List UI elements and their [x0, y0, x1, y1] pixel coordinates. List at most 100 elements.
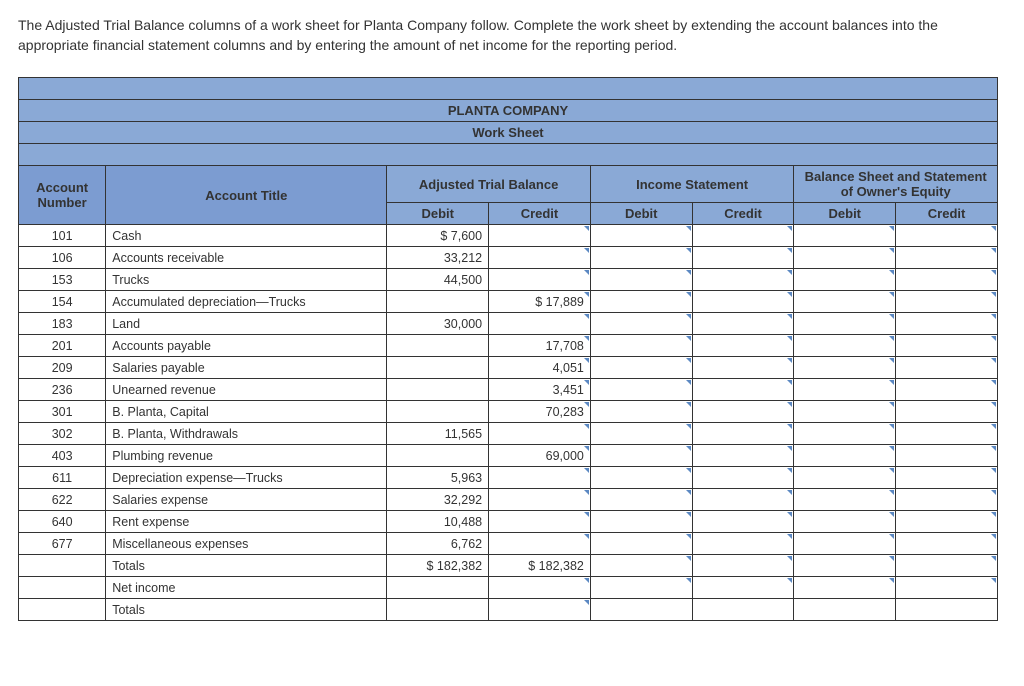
bs-debit[interactable]	[794, 467, 896, 489]
atb-debit	[387, 357, 489, 379]
is-debit[interactable]	[590, 467, 692, 489]
bs-debit[interactable]	[794, 313, 896, 335]
is-debit[interactable]	[590, 577, 692, 599]
bs-credit[interactable]	[896, 379, 998, 401]
is-debit[interactable]	[590, 401, 692, 423]
atb-credit[interactable]	[489, 225, 591, 247]
atb-credit[interactable]	[489, 313, 591, 335]
is-debit[interactable]	[590, 313, 692, 335]
atb-credit[interactable]	[489, 599, 591, 621]
is-credit[interactable]	[692, 269, 794, 291]
bs-debit[interactable]	[794, 423, 896, 445]
is-debit[interactable]	[590, 423, 692, 445]
bs-credit[interactable]	[896, 401, 998, 423]
bs-credit[interactable]	[896, 269, 998, 291]
bs-credit[interactable]	[896, 489, 998, 511]
is-credit[interactable]	[692, 467, 794, 489]
is-credit[interactable]	[692, 225, 794, 247]
is-debit[interactable]	[590, 599, 692, 621]
bs-debit[interactable]	[794, 599, 896, 621]
account-number: 622	[19, 489, 106, 511]
col-account-number: Account Number	[19, 166, 106, 225]
atb-credit[interactable]	[489, 247, 591, 269]
bs-debit[interactable]	[794, 291, 896, 313]
atb-credit[interactable]: 70,283	[489, 401, 591, 423]
bs-debit[interactable]	[794, 445, 896, 467]
bs-credit[interactable]	[896, 313, 998, 335]
atb-credit[interactable]: 4,051	[489, 357, 591, 379]
bs-debit[interactable]	[794, 269, 896, 291]
bs-debit[interactable]	[794, 379, 896, 401]
is-debit[interactable]	[590, 555, 692, 577]
atb-credit[interactable]	[489, 423, 591, 445]
atb-debit	[387, 577, 489, 599]
bs-credit[interactable]	[896, 225, 998, 247]
table-row: Totals$ 182,382$ 182,382	[19, 555, 998, 577]
is-credit[interactable]	[692, 511, 794, 533]
bs-debit[interactable]	[794, 533, 896, 555]
bs-credit[interactable]	[896, 577, 998, 599]
is-credit[interactable]	[692, 401, 794, 423]
atb-credit[interactable]	[489, 269, 591, 291]
atb-credit[interactable]	[489, 467, 591, 489]
bs-debit[interactable]	[794, 511, 896, 533]
is-credit[interactable]	[692, 423, 794, 445]
atb-credit[interactable]: 3,451	[489, 379, 591, 401]
bs-debit[interactable]	[794, 225, 896, 247]
is-credit[interactable]	[692, 577, 794, 599]
bs-credit[interactable]	[896, 445, 998, 467]
bs-debit[interactable]	[794, 401, 896, 423]
is-debit[interactable]	[590, 445, 692, 467]
atb-debit: 33,212	[387, 247, 489, 269]
atb-credit[interactable]	[489, 577, 591, 599]
is-debit[interactable]	[590, 291, 692, 313]
is-debit[interactable]	[590, 379, 692, 401]
is-credit[interactable]	[692, 313, 794, 335]
is-credit[interactable]	[692, 555, 794, 577]
account-number: 236	[19, 379, 106, 401]
is-credit[interactable]	[692, 445, 794, 467]
bs-credit[interactable]	[896, 599, 998, 621]
bs-debit[interactable]	[794, 357, 896, 379]
is-debit[interactable]	[590, 533, 692, 555]
bs-debit[interactable]	[794, 555, 896, 577]
is-debit[interactable]	[590, 225, 692, 247]
atb-credit[interactable]: 17,708	[489, 335, 591, 357]
bs-credit[interactable]	[896, 555, 998, 577]
is-debit[interactable]	[590, 489, 692, 511]
bs-credit[interactable]	[896, 533, 998, 555]
bs-credit[interactable]	[896, 247, 998, 269]
table-row: 201Accounts payable17,708	[19, 335, 998, 357]
bs-debit[interactable]	[794, 247, 896, 269]
atb-credit[interactable]	[489, 533, 591, 555]
is-debit[interactable]	[590, 269, 692, 291]
bs-credit[interactable]	[896, 467, 998, 489]
atb-credit[interactable]: 69,000	[489, 445, 591, 467]
bs-credit[interactable]	[896, 423, 998, 445]
bs-credit[interactable]	[896, 291, 998, 313]
is-credit[interactable]	[692, 489, 794, 511]
bs-credit[interactable]	[896, 511, 998, 533]
bs-debit[interactable]	[794, 577, 896, 599]
bs-credit[interactable]	[896, 335, 998, 357]
bs-debit[interactable]	[794, 489, 896, 511]
atb-debit: 44,500	[387, 269, 489, 291]
bs-credit[interactable]	[896, 357, 998, 379]
is-credit[interactable]	[692, 291, 794, 313]
is-debit[interactable]	[590, 357, 692, 379]
atb-credit[interactable]	[489, 511, 591, 533]
is-credit[interactable]	[692, 533, 794, 555]
atb-debit: 30,000	[387, 313, 489, 335]
is-debit[interactable]	[590, 511, 692, 533]
is-credit[interactable]	[692, 247, 794, 269]
is-credit[interactable]	[692, 379, 794, 401]
account-number: 209	[19, 357, 106, 379]
is-debit[interactable]	[590, 247, 692, 269]
is-credit[interactable]	[692, 599, 794, 621]
atb-credit[interactable]	[489, 489, 591, 511]
is-credit[interactable]	[692, 357, 794, 379]
is-debit[interactable]	[590, 335, 692, 357]
bs-debit[interactable]	[794, 335, 896, 357]
is-credit[interactable]	[692, 335, 794, 357]
atb-credit[interactable]: $ 17,889	[489, 291, 591, 313]
